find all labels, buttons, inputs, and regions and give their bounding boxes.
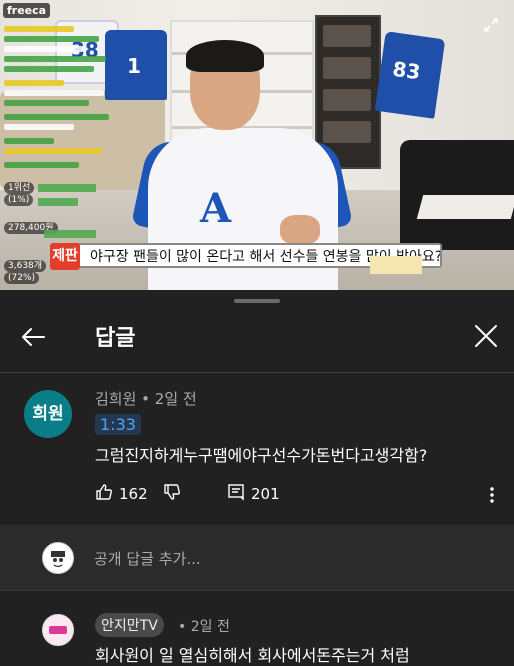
thumbs-down-icon bbox=[163, 483, 187, 505]
like-count: 162 bbox=[119, 485, 148, 503]
sheet-drag-handle[interactable] bbox=[234, 299, 280, 303]
sheet-title: 답글 bbox=[95, 326, 136, 351]
replies-sheet: 답글 희원 김희원 • 2일 전 1:33 그럼진지하게누구땜에야구선수가돈번다… bbox=[0, 290, 514, 665]
my-avatar bbox=[42, 542, 74, 574]
comment-icon bbox=[227, 483, 251, 505]
reply-avatar[interactable] bbox=[42, 614, 74, 646]
dislike-button[interactable] bbox=[163, 483, 187, 505]
add-reply-bar[interactable] bbox=[0, 525, 514, 590]
person-hair bbox=[186, 40, 264, 72]
jersey-blue-right: 83 bbox=[374, 31, 446, 119]
comment-actions: 162 201 bbox=[95, 483, 495, 505]
caption-tag: 제판 bbox=[50, 243, 80, 270]
mini-sign bbox=[370, 256, 422, 274]
arrow-left-icon[interactable] bbox=[18, 322, 48, 352]
fullscreen-icon[interactable] bbox=[482, 16, 500, 34]
more-vert-icon[interactable] bbox=[486, 485, 498, 505]
comment-author[interactable]: 김희원 • 2일 전 bbox=[95, 388, 197, 409]
timestamp-link[interactable]: 1:33 bbox=[95, 414, 141, 435]
coffee-table bbox=[416, 195, 514, 219]
jersey-logo: A bbox=[200, 185, 232, 232]
stream-watermark: freeca bbox=[3, 3, 51, 18]
avatar[interactable]: 희원 bbox=[24, 390, 72, 438]
comment-text: 그럼진지하게누구땜에야구선수가돈번다고생각함? bbox=[95, 446, 428, 465]
reply-count: 201 bbox=[251, 485, 280, 503]
stream-chat-overlay bbox=[0, 22, 110, 252]
reply-input[interactable]: 공개 답글 추가... bbox=[94, 548, 201, 569]
reply-time: • 2일 전 bbox=[178, 619, 230, 635]
reply-text: 회사원이 일 열심히해서 회사에서돈주는거 처럼 bbox=[95, 646, 410, 665]
reply-author-badge[interactable]: 안지만TV bbox=[95, 613, 164, 637]
video-player[interactable]: 38 1 83 A freeca 1위선 (1%) 278,400원 3,638… bbox=[0, 0, 514, 290]
jersey-blue-left: 1 bbox=[105, 30, 167, 100]
person-hand bbox=[280, 215, 320, 245]
thumbs-up-icon bbox=[95, 483, 119, 505]
replies-button[interactable]: 201 bbox=[227, 483, 280, 505]
like-button[interactable]: 162 bbox=[95, 483, 148, 505]
header-divider bbox=[0, 372, 514, 373]
section-divider bbox=[0, 590, 514, 591]
close-icon[interactable] bbox=[472, 322, 500, 350]
